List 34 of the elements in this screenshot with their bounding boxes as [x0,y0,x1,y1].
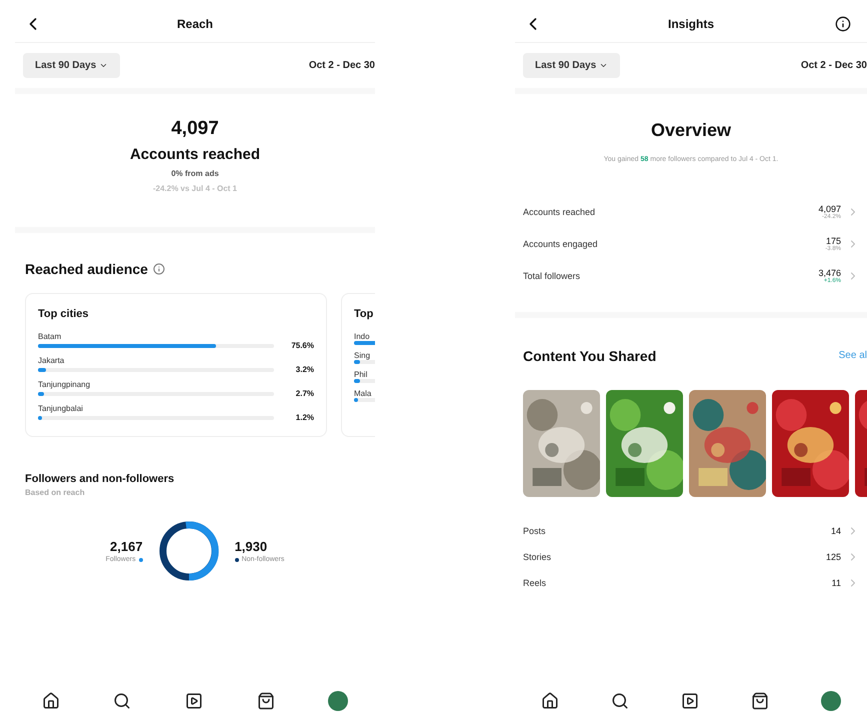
content-row[interactable]: Posts 14 [515,524,867,536]
city-label: Sing [354,351,372,360]
content-row[interactable]: Reels 11 [515,576,867,588]
reach-count: 4,097 [171,118,219,140]
section-title: Overview [650,120,732,141]
date-range-dropdown[interactable]: Last 90 Days [523,53,620,78]
card-title: Top cities [38,308,90,320]
percentage: 1.2% [294,413,314,422]
percentage: 75.6% [290,341,314,350]
screen-title: Reach [176,17,214,31]
date-range: Oct 2 - Dec 30 [308,60,375,71]
date-range: Oct 2 - Dec 30 [800,60,867,71]
city-label: Mala [354,389,372,398]
percentage: 3.2% [294,365,314,374]
section-subtitle: Based on reach [25,488,86,497]
percentage: 2.7% [294,389,314,398]
city-label: Tanjungpinang [38,380,92,389]
section-title: Reached audience [25,261,148,277]
date-range-dropdown[interactable]: Last 90 Days [23,53,120,78]
section-title: Content You Shared [523,348,656,364]
comparison-text: -24.2% vs Jul 4 - Oct 1 [152,184,238,193]
followers-count: 2,167 [110,539,143,554]
non-followers-count: 1,930 [234,539,268,554]
city-label: Indo [354,332,371,341]
screen-title: Insights [668,17,714,31]
card-title: Top [354,308,374,320]
section-title: Followers and non-followers [25,473,176,485]
city-label: Phil [354,370,368,379]
reach-label: Accounts reached [130,146,260,163]
content-row[interactable]: Stories 125 [515,550,867,562]
city-label: Jakarta [38,356,66,365]
ads-share: 0% from ads [171,169,219,178]
city-label: Batam [38,332,62,341]
city-label: Tanjungbalai [38,404,84,413]
